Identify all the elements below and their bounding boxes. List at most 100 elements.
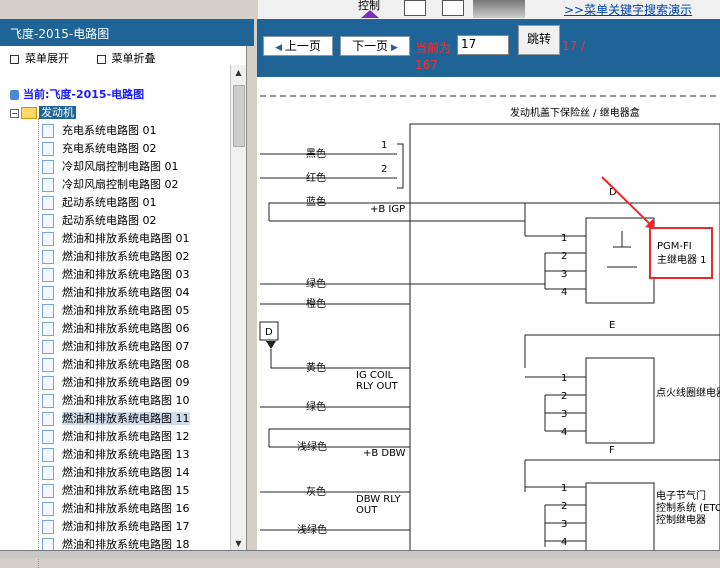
tree-item[interactable]: 充电系统电路图 02 xyxy=(42,140,157,158)
tree-item[interactable]: 燃油和排放系统电路图 14 xyxy=(42,464,190,482)
split-view-icon[interactable] xyxy=(442,0,464,16)
pin-label: 4 xyxy=(561,537,567,548)
tree-item-label: 冷却风扇控制电路图 01 xyxy=(62,160,179,173)
tree-item[interactable]: 起动系统电路图 01 xyxy=(42,194,157,212)
pin-label: 1 xyxy=(561,373,567,384)
vertical-scrollbar[interactable]: ▲ ▼ xyxy=(230,65,246,551)
document-icon xyxy=(42,376,54,390)
tree-item-label: 燃油和排放系统电路图 11 xyxy=(62,412,190,425)
circuit-diagram: 发动机盖下保险丝 / 继电器盒 黑色 红色 蓝色 绿色 橙色 黄色 绿色 浅绿色… xyxy=(259,95,720,550)
tree-item[interactable]: 燃油和排放系统电路图 16 xyxy=(42,500,190,518)
tree-node-engine[interactable]: − 发动机 xyxy=(10,104,76,120)
page-input[interactable]: 17 xyxy=(457,35,509,55)
document-icon xyxy=(42,142,54,156)
tree-item[interactable]: 燃油和排放系统电路图 04 xyxy=(42,284,190,302)
tree-item-label: 燃油和排放系统电路图 09 xyxy=(62,376,190,389)
document-icon xyxy=(42,232,54,246)
tree-item[interactable]: 燃油和排放系统电路图 03 xyxy=(42,266,190,284)
folder-icon xyxy=(21,107,37,119)
next-page-button[interactable]: 下一页 ▶ xyxy=(340,36,410,56)
connector-d-label: D xyxy=(265,327,273,338)
tree-guide xyxy=(38,118,39,568)
tree-item[interactable]: 燃油和排放系统电路图 05 xyxy=(42,302,190,320)
document-icon xyxy=(42,250,54,264)
document-icon xyxy=(42,340,54,354)
pin-label: 2 xyxy=(381,164,387,175)
document-icon xyxy=(42,304,54,318)
expand-icon xyxy=(10,54,19,64)
scroll-down-icon[interactable]: ▼ xyxy=(231,536,246,551)
help-link[interactable]: >>菜单关键字搜索演示 xyxy=(564,1,692,18)
document-icon xyxy=(42,160,54,174)
current-path: 当前:飞度-2015-电路图 xyxy=(10,86,144,102)
tree-item[interactable]: 燃油和排放系统电路图 15 xyxy=(42,482,190,500)
document-icon xyxy=(42,358,54,372)
tree-item[interactable]: 燃油和排放系统电路图 08 xyxy=(42,356,190,374)
page-of-label: 17 / xyxy=(562,39,586,53)
wire-label: 浅绿色 xyxy=(297,523,327,536)
document-icon xyxy=(42,124,54,138)
document-icon xyxy=(42,214,54,228)
tree-item-label: 燃油和排放系统电路图 15 xyxy=(62,484,190,497)
play-right-icon[interactable] xyxy=(404,0,426,16)
relay3-label: 控制系统 (ETCS) xyxy=(656,501,720,514)
relay1-label: 主继电器 1 xyxy=(657,253,707,266)
wire-label: 绿色 xyxy=(306,277,326,290)
tree-item[interactable]: 燃油和排放系统电路图 09 xyxy=(42,374,190,392)
diagram-pane: ◀ 上一页 下一页 ▶ 当前为 17 跳转 17 / 167 发动机盖下保险丝 … xyxy=(257,19,720,550)
document-icon xyxy=(42,412,54,426)
document-icon xyxy=(42,466,54,480)
tree-item-label: 燃油和排放系统电路图 01 xyxy=(62,232,190,245)
note: +B IGP xyxy=(370,204,405,215)
pin-label: 1 xyxy=(381,140,387,151)
arrow-icon xyxy=(266,341,276,349)
jump-button[interactable]: 跳转 xyxy=(518,25,560,55)
tree-item[interactable]: 起动系统电路图 02 xyxy=(42,212,157,230)
tree-item-label: 冷却风扇控制电路图 02 xyxy=(62,178,179,191)
tree-item[interactable]: 充电系统电路图 01 xyxy=(42,122,157,140)
toolbar-image xyxy=(473,0,525,18)
tree-item[interactable]: 燃油和排放系统电路图 12 xyxy=(42,428,190,446)
tree-item-label: 燃油和排放系统电路图 06 xyxy=(62,322,190,335)
tree-item[interactable]: 燃油和排放系统电路图 01 xyxy=(42,230,190,248)
wire-label: 黄色 xyxy=(306,361,326,374)
scroll-thumb[interactable] xyxy=(233,85,245,147)
right-arrow-icon: ▶ xyxy=(388,43,398,53)
tree-node-label: 发动机 xyxy=(39,106,76,119)
tree-item-label: 燃油和排放系统电路图 10 xyxy=(62,394,190,407)
fuse-label: F xyxy=(609,445,615,456)
tree-item[interactable]: 燃油和排放系统电路图 02 xyxy=(42,248,190,266)
relay1-label: PGM-FI xyxy=(657,241,692,252)
page-navbar: ◀ 上一页 下一页 ▶ 当前为 17 跳转 17 / 167 xyxy=(257,19,720,77)
collapse-toggle-icon[interactable]: − xyxy=(10,108,19,118)
collapse-button[interactable]: 菜单折叠 xyxy=(96,52,168,65)
note: +B DBW xyxy=(363,448,406,459)
pin-label: 3 xyxy=(561,519,567,530)
menu-controls: 菜单展开 菜单折叠 xyxy=(10,50,180,66)
tree-item[interactable]: 燃油和排放系统电路图 13 xyxy=(42,446,190,464)
tree-item[interactable]: 燃油和排放系统电路图 11 xyxy=(42,410,190,428)
highlight-box xyxy=(649,227,713,279)
tree-item-label: 燃油和排放系统电路图 07 xyxy=(62,340,190,353)
tree-item[interactable]: 冷却风扇控制电路图 01 xyxy=(42,158,179,176)
tree-item-label: 起动系统电路图 02 xyxy=(62,214,157,227)
prev-page-button[interactable]: ◀ 上一页 xyxy=(263,36,333,56)
scroll-up-icon[interactable]: ▲ xyxy=(231,65,246,80)
page-total: 167 xyxy=(415,58,438,72)
tree-item[interactable]: 燃油和排放系统电路图 10 xyxy=(42,392,190,410)
document-icon xyxy=(42,394,54,408)
tree-item[interactable]: 燃油和排放系统电路图 06 xyxy=(42,320,190,338)
wire-label: 蓝色 xyxy=(306,195,326,208)
expand-button[interactable]: 菜单展开 xyxy=(10,52,81,65)
tree-item-label: 燃油和排放系统电路图 12 xyxy=(62,430,190,443)
pin-label: 1 xyxy=(561,483,567,494)
relay3-label: 电子节气门 xyxy=(656,489,706,502)
relay3-label: 控制继电器 xyxy=(656,513,706,526)
document-icon xyxy=(42,484,54,498)
tree-item[interactable]: 燃油和排放系统电路图 17 xyxy=(42,518,190,536)
tree-item[interactable]: 冷却风扇控制电路图 02 xyxy=(42,176,179,194)
pin-label: 4 xyxy=(561,427,567,438)
note: RLY OUT xyxy=(356,381,399,392)
tree-item[interactable]: 燃油和排放系统电路图 07 xyxy=(42,338,190,356)
menu-panel: 飞度-2015-电路图 菜单展开 菜单折叠 当前:飞度-2015-电路图 − 发动… xyxy=(0,19,254,568)
